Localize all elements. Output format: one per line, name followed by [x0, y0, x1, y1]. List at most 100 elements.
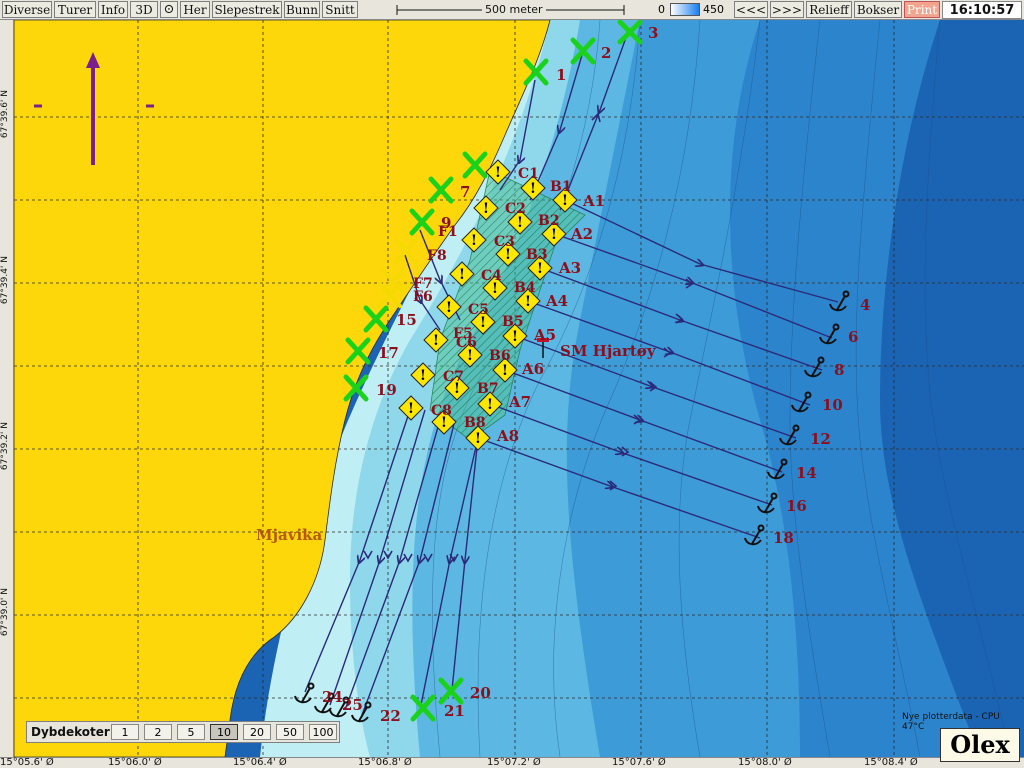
label-anchor-16: 16 [786, 497, 807, 515]
3d-button[interactable]: 3D [130, 1, 158, 18]
label-C8: C8 [431, 403, 452, 419]
latitude-axis: 67°39.6' N 67°39.4' N 67°39.2' N 67°39.0… [0, 20, 14, 757]
nav-back-button[interactable]: <<< [734, 1, 768, 18]
label-A6: A6 [521, 360, 544, 378]
olex-logo: Olex [940, 728, 1020, 762]
label-B2: B2 [538, 213, 560, 229]
label-B5: B5 [502, 314, 524, 330]
label-B3: B3 [526, 247, 548, 263]
svg-text:!: ! [562, 193, 568, 209]
svg-text:!: ! [420, 368, 426, 384]
svg-text:!: ! [495, 165, 501, 181]
depth-gradient [670, 3, 700, 16]
snitt-button[interactable]: Snitt [322, 1, 358, 18]
svg-text:!: ! [471, 233, 477, 249]
label-C3: C3 [494, 234, 515, 250]
relieff-button[interactable]: Relieff [806, 1, 852, 18]
scale-label: 500 meter [482, 3, 546, 16]
print-button[interactable]: Print [904, 1, 940, 18]
nav-forward-button[interactable]: >>> [770, 1, 804, 18]
label-C4: C4 [481, 268, 502, 284]
lat-tick-4: 67°39.0' N [0, 588, 10, 637]
label-B8: B8 [464, 415, 486, 431]
depth-contour-panel: Dybdekoter 1 2 5 10 20 50 100 [26, 721, 340, 743]
label-F7: F7 [413, 276, 433, 292]
lat-tick-1: 67°39.6' N [0, 90, 10, 139]
contour-20-button[interactable]: 20 [243, 724, 271, 740]
label-A4: A4 [545, 292, 568, 310]
lon-tick-5: 15°07.2' Ø [487, 757, 541, 768]
info-button[interactable]: Info [98, 1, 128, 18]
lon-tick-1: 15°05.6' Ø [0, 757, 54, 768]
contour-10-button[interactable]: 10 [210, 724, 238, 740]
label-B1: B1 [550, 179, 572, 195]
depth-min-label: 0 [658, 3, 665, 16]
svg-text:!: ! [537, 261, 543, 277]
label-anchor-10: 10 [822, 396, 843, 414]
label-F1: F1 [438, 224, 458, 240]
contour-100-button[interactable]: 100 [309, 724, 337, 740]
chart-map[interactable]: ! ! ! ! ! ! ! ! ! ! ! ! ! ! ! ! ! ! ! ! … [0, 20, 1024, 757]
lon-tick-3: 15°06.4' Ø [233, 757, 287, 768]
svg-text:!: ! [446, 300, 452, 316]
svg-text:!: ! [525, 294, 531, 310]
depth-max-label: 450 [703, 3, 724, 16]
contour-2-button[interactable]: 2 [144, 724, 172, 740]
diverse-button[interactable]: Diverse [2, 1, 52, 18]
lon-tick-7: 15°08.0' Ø [738, 757, 792, 768]
svg-text:!: ! [408, 401, 414, 417]
label-anchor-22: 22 [380, 707, 401, 725]
lat-tick-2: 67°39.4' N [0, 256, 10, 305]
contour-1-button[interactable]: 1 [111, 724, 139, 740]
toolbar: Diverse Turer Info 3D ⊙ Her Slepestrek B… [0, 0, 1024, 20]
bunn-button[interactable]: Bunn [284, 1, 320, 18]
label-anchor-18: 18 [773, 529, 794, 547]
bokser-button[interactable]: Bokser [854, 1, 902, 18]
clock: 16:10:57 [942, 1, 1022, 19]
label-A2: A2 [570, 225, 593, 243]
svg-text:!: ! [433, 333, 439, 349]
label-F5: F5 [453, 326, 473, 342]
lat-tick-3: 67°39.2' N [0, 422, 10, 471]
label-x2: 2 [601, 44, 611, 62]
target-icon[interactable]: ⊙ [160, 1, 178, 18]
label-anchor-14: 14 [796, 464, 817, 482]
label-B4: B4 [514, 280, 536, 296]
feature-label: SM Hjartøy [560, 342, 657, 360]
her-button[interactable]: Her [180, 1, 210, 18]
label-anchor-25: 25 [342, 696, 363, 714]
label-B6: B6 [489, 348, 511, 364]
lon-tick-6: 15°07.6' Ø [612, 757, 666, 768]
label-A3: A3 [558, 259, 581, 277]
label-x21: 21 [444, 702, 465, 720]
svg-text:!: ! [483, 201, 489, 217]
label-x7: 7 [460, 183, 470, 201]
label-anchor-12: 12 [810, 430, 831, 448]
svg-text:!: ! [487, 397, 493, 413]
label-A8: A8 [496, 427, 519, 445]
label-anchor-4: 4 [860, 296, 870, 314]
label-anchor-6: 6 [848, 328, 858, 346]
label-C5: C5 [468, 302, 489, 318]
label-C1: C1 [518, 166, 539, 182]
label-x15: 15 [396, 311, 417, 329]
turer-button[interactable]: Turer [54, 1, 96, 18]
svg-text:!: ! [459, 267, 465, 283]
contour-5-button[interactable]: 5 [177, 724, 205, 740]
svg-text:!: ! [502, 363, 508, 379]
lon-tick-8: 15°08.4' Ø [864, 757, 918, 768]
svg-text:!: ! [512, 329, 518, 345]
label-C7: C7 [443, 369, 464, 385]
lon-tick-2: 15°06.0' Ø [108, 757, 162, 768]
label-B7: B7 [477, 381, 499, 397]
label-x20: 20 [470, 684, 491, 702]
label-x3: 3 [648, 24, 658, 42]
slepestrek-button[interactable]: Slepestrek [212, 1, 282, 18]
svg-text:!: ! [517, 215, 523, 231]
label-x1: 1 [556, 66, 566, 84]
contour-50-button[interactable]: 50 [276, 724, 304, 740]
label-A1: A1 [582, 192, 605, 210]
place-name: Mjavika [256, 526, 323, 544]
label-x17: 17 [378, 344, 399, 362]
longitude-axis: 15°05.6' Ø 15°06.0' Ø 15°06.4' Ø 15°06.8… [0, 757, 1024, 768]
